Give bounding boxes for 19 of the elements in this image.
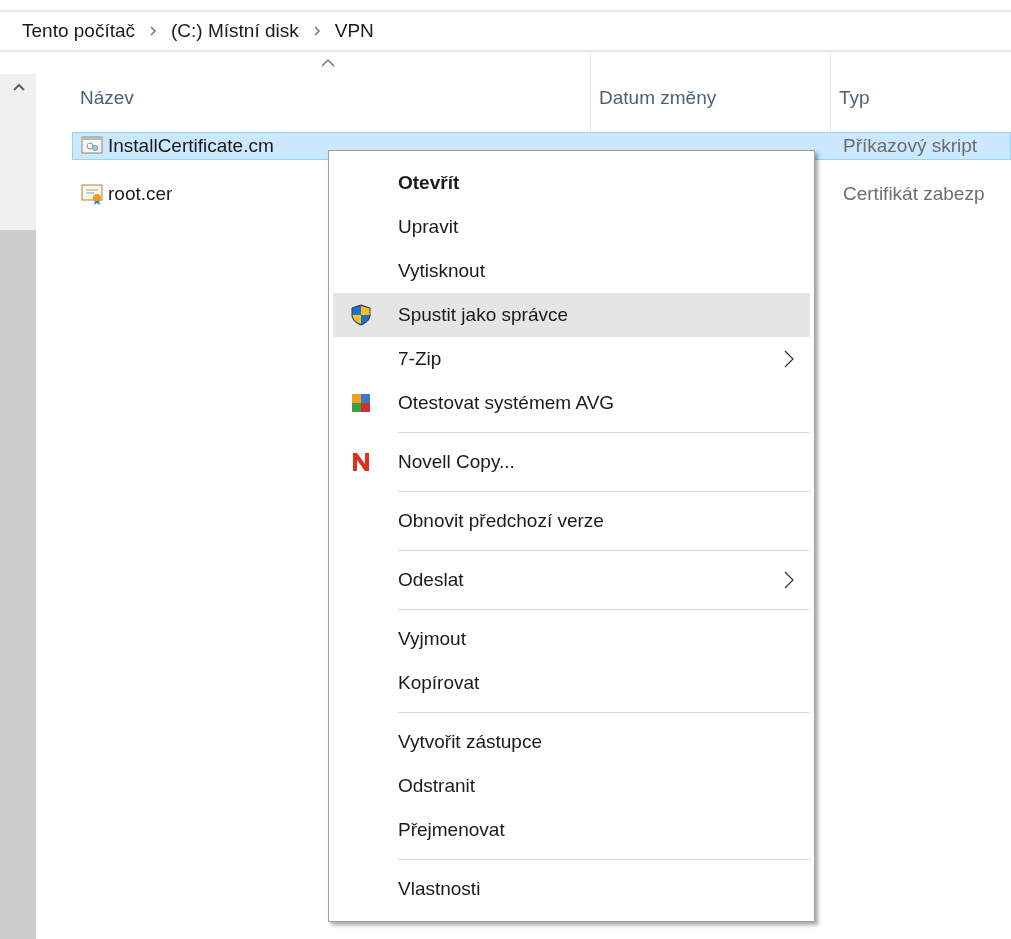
- menu-label: Otevřít: [398, 170, 460, 195]
- menu-label: Odeslat: [398, 567, 464, 592]
- menu-label: Upravit: [398, 214, 459, 239]
- file-type: Příkazový skript: [843, 133, 978, 158]
- menu-label: Vlastnosti: [398, 876, 481, 901]
- menu-label: 7-Zip: [398, 346, 442, 371]
- file-name: InstallCertificate.cm: [108, 133, 274, 158]
- menu-label: Přejmenovat: [398, 817, 505, 842]
- menu-label: Odstranit: [398, 773, 476, 798]
- menu-label: Vyjmout: [398, 626, 466, 651]
- menu-label: Spustit jako správce: [398, 302, 569, 327]
- menu-label: Vytvořit zástupce: [398, 729, 542, 754]
- file-type: Certifikát zabezp: [843, 181, 985, 206]
- menu-label: Novell Copy...: [398, 449, 515, 474]
- menu-label: Kopírovat: [398, 670, 480, 695]
- menu-label: Otestovat systémem AVG: [398, 390, 615, 415]
- file-name: root.cer: [108, 181, 173, 206]
- menu-label: Obnovit předchozí verze: [398, 508, 604, 533]
- menu-label: Vytisknout: [398, 258, 485, 283]
